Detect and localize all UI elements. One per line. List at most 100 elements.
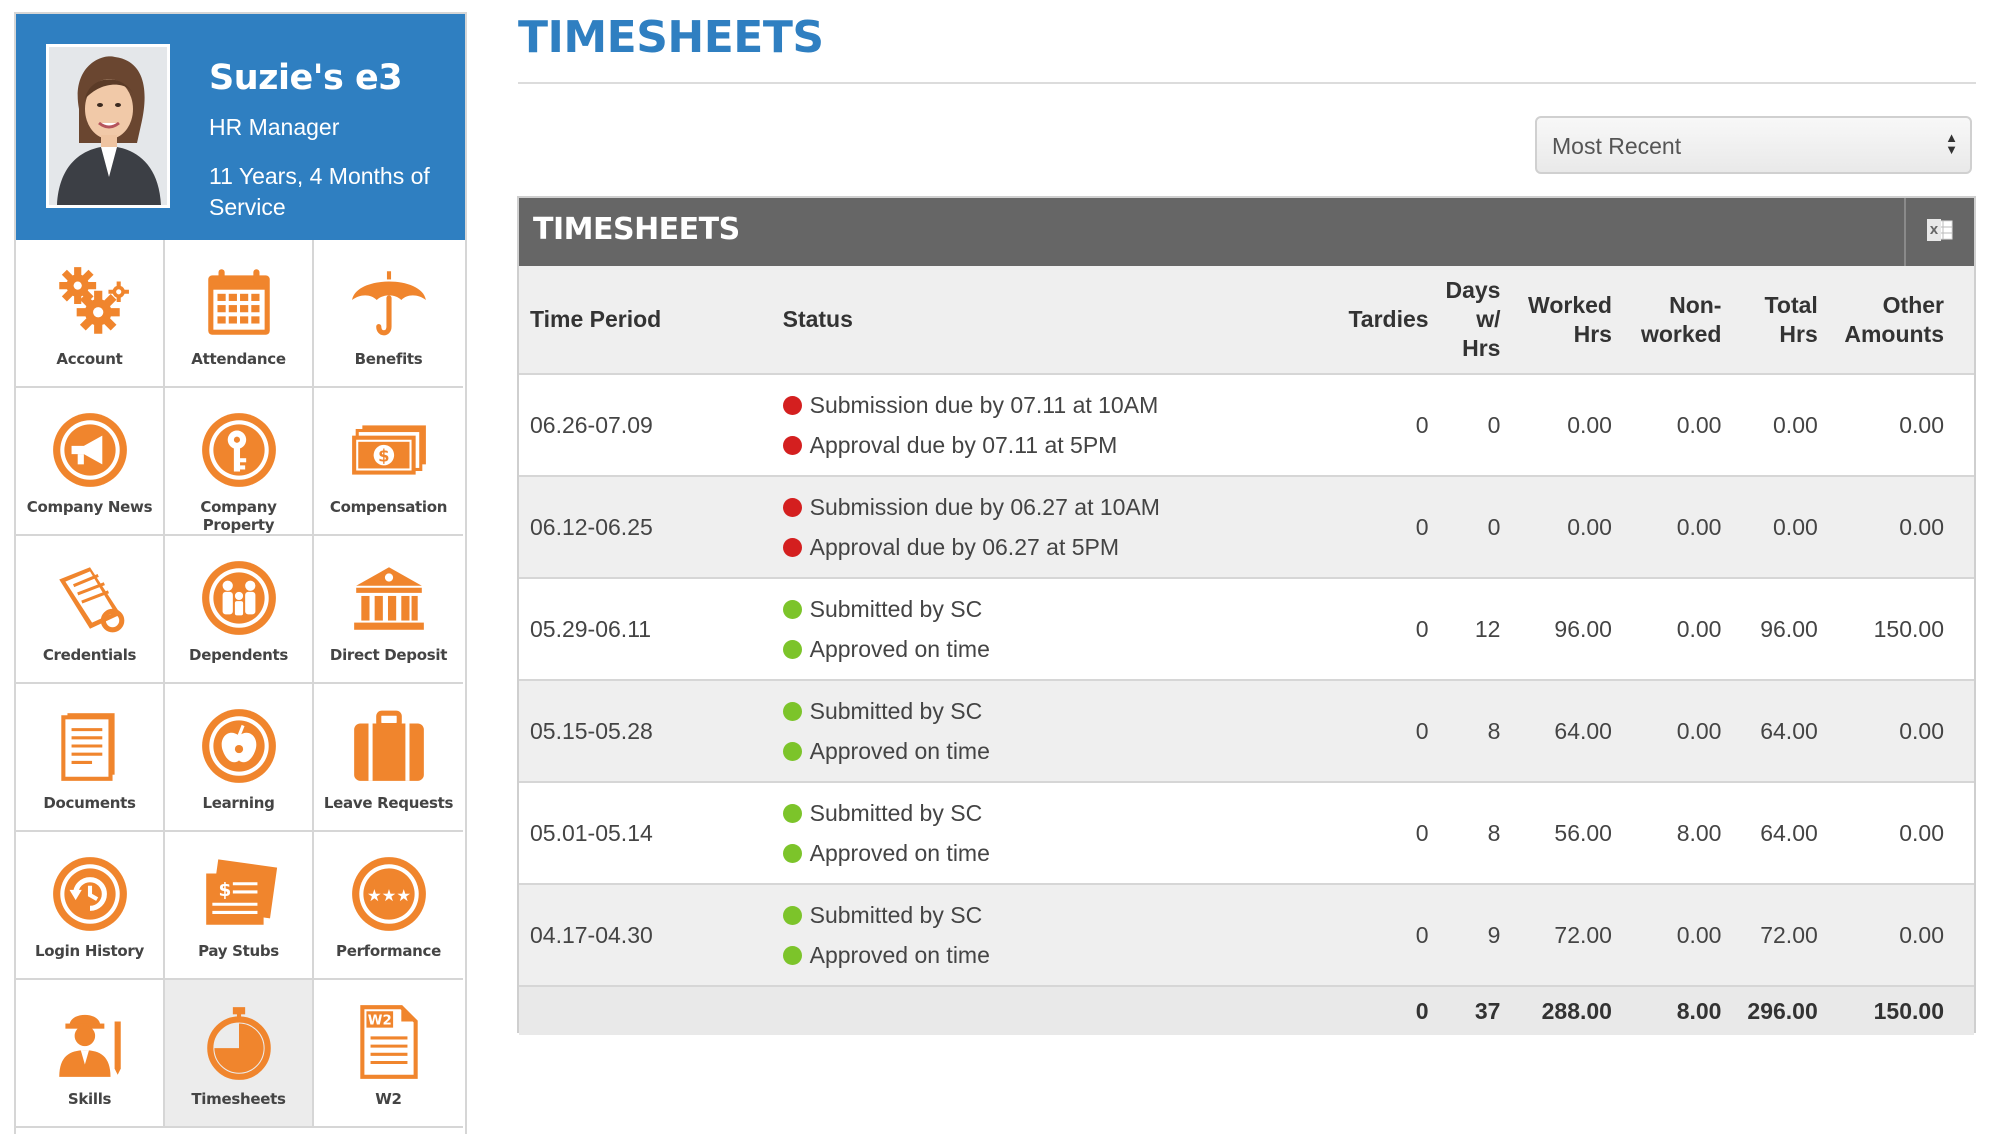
- col-status[interactable]: Status: [783, 266, 1311, 374]
- panel-header: TIMESHEETS X: [519, 198, 1974, 266]
- col-other-amounts[interactable]: Other Amounts: [1818, 266, 1974, 374]
- tile-label: Learning: [202, 794, 275, 812]
- apple-icon: [165, 702, 312, 790]
- tile-label: Leave Requests: [323, 794, 454, 812]
- tile-benefits[interactable]: Benefits: [314, 240, 463, 388]
- tile-label: Timesheets: [191, 1090, 286, 1108]
- divider: [518, 82, 1976, 84]
- cell-other: 0.00: [1899, 513, 1944, 540]
- col-tardies[interactable]: Tardies: [1311, 266, 1435, 374]
- cell-time-period[interactable]: 04.17-04.30: [519, 884, 783, 986]
- tile-learning[interactable]: Learning: [165, 684, 314, 832]
- page-title: TIMESHEETS: [518, 12, 824, 63]
- excel-export-button[interactable]: X: [1904, 198, 1974, 266]
- tile-label: Compensation: [329, 498, 448, 516]
- svg-text:★★★: ★★★: [366, 886, 410, 905]
- svg-text:X: X: [1930, 224, 1939, 237]
- diploma-icon: [16, 554, 163, 642]
- cell-total: 64.00: [1760, 717, 1818, 744]
- status-submission: Submitted by SC: [782, 895, 1310, 935]
- select-arrows-icon: ▲ ▼: [1945, 130, 1958, 157]
- cell-days: 12: [1474, 615, 1501, 642]
- sidebar: Suzie's e3 HR Manager 11 Years, 4 Months…: [14, 12, 467, 1134]
- tile-skills[interactable]: Skills: [16, 980, 165, 1128]
- cell-nonworked: 8.00: [1676, 819, 1722, 846]
- w2-icon: W2: [314, 998, 463, 1086]
- cell-other: 0.00: [1899, 921, 1944, 948]
- tile-label: Documents: [43, 794, 136, 812]
- tile-label: Skills: [67, 1090, 112, 1108]
- tile-documents[interactable]: Documents: [16, 684, 165, 832]
- status-approval: Approved on time: [782, 731, 1310, 771]
- col-non-worked[interactable]: Non-worked: [1612, 266, 1722, 374]
- tile-attendance[interactable]: Attendance: [165, 240, 314, 388]
- col-time-period[interactable]: Time Period: [519, 266, 783, 374]
- total-days: 37: [1474, 997, 1501, 1024]
- cell-nonworked: 0.00: [1676, 411, 1722, 438]
- cell-total: 72.00: [1760, 921, 1818, 948]
- cell-time-period[interactable]: 05.15-05.28: [519, 680, 783, 782]
- status-dot-icon: [782, 395, 802, 415]
- table-row[interactable]: 05.29-06.11 Submitted by SC Approved on ti…: [519, 578, 1974, 680]
- cell-worked: 72.00: [1554, 921, 1612, 948]
- cell-tardies: 0: [1415, 717, 1429, 744]
- tile-label: Direct Deposit: [329, 646, 448, 664]
- table-row[interactable]: 05.01-05.14 Submitted by SC Approved on ti…: [519, 782, 1974, 884]
- status-submission: Submission due by 07.11 at 10AM: [782, 385, 1310, 425]
- tile-leave-requests[interactable]: Leave Requests: [314, 684, 463, 832]
- tile-label: Pay Stubs: [198, 942, 279, 960]
- timesheets-table: Time Period Status Tardies Days w/Hrs Wor…: [519, 266, 1974, 1035]
- status-dot-icon: [782, 435, 802, 455]
- profile-role: HR Manager: [209, 114, 340, 140]
- tile-account[interactable]: Account: [16, 240, 165, 388]
- profile-card: Suzie's e3 HR Manager 11 Years, 4 Months…: [16, 14, 465, 240]
- tile-dependents[interactable]: Dependents: [165, 536, 314, 684]
- cell-time-period[interactable]: 06.26-07.09: [519, 374, 783, 476]
- tile-performance[interactable]: ★★★ Performance: [314, 832, 463, 980]
- tile-credentials[interactable]: Credentials: [16, 536, 165, 684]
- col-days-with-hrs[interactable]: Days w/Hrs: [1435, 266, 1503, 374]
- total-hrs: 296.00: [1747, 997, 1818, 1024]
- worker-icon: [16, 998, 163, 1086]
- table-row[interactable]: 05.15-05.28 Submitted by SC Approved on ti…: [519, 680, 1974, 782]
- history-icon: [16, 850, 163, 938]
- cell-time-period[interactable]: 05.01-05.14: [519, 782, 783, 884]
- status-approval: Approved on time: [782, 629, 1310, 669]
- stars-icon: ★★★: [314, 850, 463, 938]
- avatar[interactable]: [46, 44, 170, 208]
- cell-total: 0.00: [1773, 513, 1818, 540]
- cell-tardies: 0: [1415, 921, 1429, 948]
- col-worked-hrs[interactable]: Worked Hrs: [1502, 266, 1612, 374]
- cell-status: Submitted by SC Approved on time: [782, 680, 1311, 782]
- tile-timesheets[interactable]: Timesheets: [165, 980, 314, 1128]
- tile-company-property[interactable]: Company Property: [165, 388, 314, 536]
- megaphone-icon: [16, 406, 163, 494]
- tile-label: Dependents: [189, 646, 288, 664]
- profile-name: Suzie's e3: [209, 58, 403, 98]
- cell-total: 64.00: [1760, 819, 1818, 846]
- cell-status: Submitted by SC Approved on time: [782, 578, 1311, 680]
- status-approval: Approval due by 07.11 at 5PM: [782, 425, 1310, 465]
- cell-nonworked: 0.00: [1676, 615, 1722, 642]
- table-row[interactable]: 06.26-07.09 Submission due by 07.11 at 10…: [519, 374, 1974, 476]
- tile-company-news[interactable]: Company News: [16, 388, 165, 536]
- sort-select[interactable]: Most Recent ▲ ▼: [1535, 116, 1972, 174]
- status-dot-icon: [782, 803, 802, 823]
- cell-status: Submitted by SC Approved on time: [782, 884, 1311, 986]
- tile-compensation[interactable]: $ Compensation: [314, 388, 463, 536]
- status-dot-icon: [782, 701, 802, 721]
- col-total-hrs[interactable]: Total Hrs: [1721, 266, 1818, 374]
- table-row[interactable]: 04.17-04.30 Submitted by SC Approved on ti…: [519, 884, 1974, 986]
- cell-time-period[interactable]: 06.12-06.25: [519, 476, 783, 578]
- table-header-row: Time Period Status Tardies Days w/Hrs Wor…: [519, 266, 1974, 374]
- tile-pay-stubs[interactable]: $ Pay Stubs: [165, 832, 314, 980]
- table-row[interactable]: 06.12-06.25 Submission due by 06.27 at 10…: [519, 476, 1974, 578]
- tile-login-history[interactable]: Login History: [16, 832, 165, 980]
- total-tardies: 0: [1415, 997, 1429, 1024]
- status-submission: Submitted by SC: [782, 691, 1310, 731]
- status-submission: Submitted by SC: [782, 793, 1310, 833]
- tile-direct-deposit[interactable]: Direct Deposit: [314, 536, 463, 684]
- cell-time-period[interactable]: 05.29-06.11: [519, 578, 783, 680]
- tile-label: Login History: [34, 942, 145, 960]
- tile-w2[interactable]: W2 W2: [314, 980, 463, 1128]
